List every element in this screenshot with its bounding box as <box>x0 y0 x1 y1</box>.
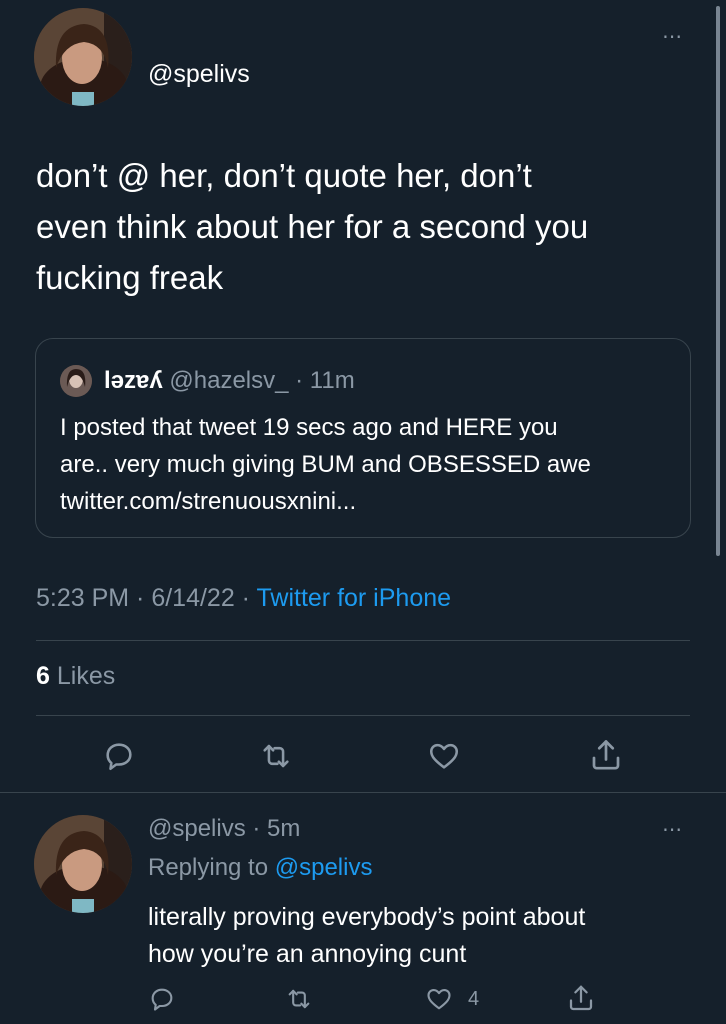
replying-to-mention[interactable]: @spelivs <box>275 854 373 881</box>
tweet-source-link[interactable]: Twitter for iPhone <box>257 584 452 612</box>
share-icon <box>566 983 596 1013</box>
quoted-link[interactable]: twitter.com/strenuousxnini... <box>60 483 680 520</box>
tweet-text: don’t @ her, don’t quote her, don’t even… <box>36 150 696 303</box>
heart-icon <box>424 985 454 1013</box>
author-handle[interactable]: @spelivs <box>148 60 250 89</box>
likes-count: 6 <box>36 662 50 690</box>
like-count: 4 <box>468 987 480 1010</box>
tweet-timestamp: 5:23 PM · 6/14/22 · <box>36 584 257 612</box>
like-button[interactable]: 4 <box>424 985 479 1013</box>
reply-button[interactable] <box>148 985 176 1013</box>
tweet-text-line: don’t @ her, don’t quote her, don’t <box>36 157 532 194</box>
retweet-icon <box>284 985 314 1013</box>
share-button[interactable] <box>588 737 624 773</box>
reply-icon <box>102 739 136 773</box>
main-tweet: @spelivs ⋯ don’t @ her, don’t quote her,… <box>0 0 726 793</box>
heart-icon <box>426 739 462 773</box>
reply-button[interactable] <box>102 739 136 773</box>
tweet-text-line: fucking freak <box>36 259 224 296</box>
user-avatar[interactable] <box>34 8 132 106</box>
reply-icon <box>148 985 176 1013</box>
retweet-button[interactable] <box>258 739 294 773</box>
retweet-icon <box>258 739 294 773</box>
quoted-tweet-text: I posted that tweet 19 secs ago and HERE… <box>60 409 680 520</box>
like-button[interactable] <box>426 739 462 773</box>
replying-to: Replying to @spelivs <box>148 854 372 882</box>
tweet-metadata: 5:23 PM · 6/14/22 · Twitter for iPhone <box>36 584 451 613</box>
replying-to-label: Replying to <box>148 854 275 881</box>
more-options-icon[interactable]: ⋯ <box>662 817 683 842</box>
reply-text: literally proving everybody’s point abou… <box>148 899 708 973</box>
retweet-button[interactable] <box>284 985 314 1013</box>
quoted-user-avatar <box>60 365 92 397</box>
likes-label: Likes <box>56 662 116 690</box>
share-button[interactable] <box>566 983 596 1013</box>
reply-handle-time[interactable]: @spelivs · 5m <box>148 815 300 843</box>
likes-stat[interactable]: 6 Likes <box>36 662 115 691</box>
quoted-tweet-header: ləzɐʎ @hazelsv_ · 11m <box>104 367 355 395</box>
tweet-text-line: even think about her for a second you <box>36 208 589 245</box>
quoted-display-name: ləzɐʎ <box>104 367 163 394</box>
quoted-text-line: are.. very much giving BUM and OBSESSED … <box>60 451 591 478</box>
reply-text-line: literally proving everybody’s point abou… <box>148 903 586 931</box>
reply-text-line: how you’re an annoying cunt <box>148 940 467 968</box>
more-options-icon[interactable]: ⋯ <box>662 24 683 49</box>
quoted-text-line: I posted that tweet 19 secs ago and HERE… <box>60 414 558 441</box>
divider <box>36 640 690 641</box>
share-icon <box>588 737 624 773</box>
reply-tweet[interactable]: @spelivs · 5m ⋯ Replying to @spelivs lit… <box>0 793 726 1024</box>
quoted-handle-time: @hazelsv_ · 11m <box>169 367 355 394</box>
user-avatar[interactable] <box>34 815 132 913</box>
scrollbar[interactable] <box>716 6 720 556</box>
divider <box>36 715 690 716</box>
quoted-tweet-card[interactable]: ləzɐʎ @hazelsv_ · 11m I posted that twee… <box>35 338 691 538</box>
